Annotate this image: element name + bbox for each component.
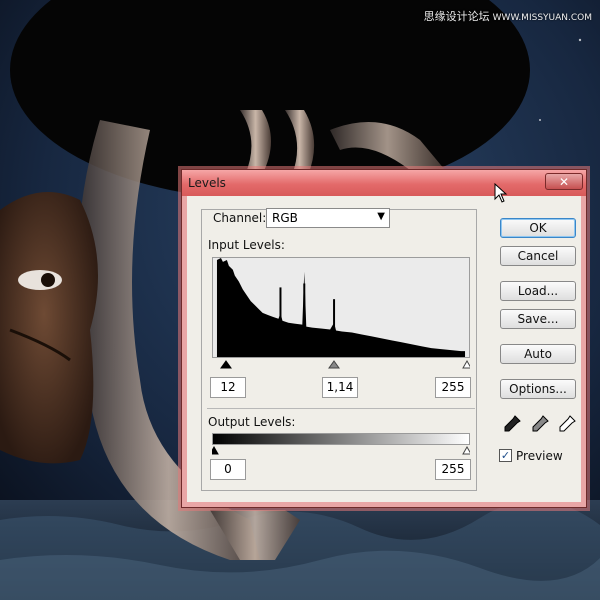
channel-value: RGB xyxy=(272,211,298,225)
divider xyxy=(207,408,475,409)
gamma-slider[interactable] xyxy=(328,360,340,369)
preview-label: Preview xyxy=(516,449,563,463)
input-white-field[interactable]: 255 xyxy=(435,377,471,398)
black-point-slider[interactable] xyxy=(220,360,232,369)
mouse-cursor-icon xyxy=(494,183,508,203)
dialog-title: Levels xyxy=(188,176,226,190)
input-black-field[interactable]: 12 xyxy=(210,377,246,398)
watermark: 思缘设计论坛 WWW.MISSYUAN.COM xyxy=(424,8,592,24)
cancel-button[interactable]: Cancel xyxy=(500,246,576,266)
output-white-field[interactable]: 255 xyxy=(435,459,471,480)
options-button[interactable]: Options... xyxy=(500,379,576,399)
output-white-slider[interactable] xyxy=(462,446,470,455)
input-slider[interactable] xyxy=(212,360,470,372)
frame-left xyxy=(182,196,187,507)
input-gamma-field[interactable]: 1,14 xyxy=(322,377,358,398)
output-gradient-bar xyxy=(212,433,470,445)
black-eyedropper-icon[interactable] xyxy=(502,414,522,434)
dialog-titlebar[interactable]: Levels ✕ xyxy=(182,170,586,196)
input-levels-label: Input Levels: xyxy=(208,238,285,252)
close-icon: ✕ xyxy=(558,175,570,189)
preview-checkbox[interactable]: ✓ xyxy=(499,449,512,462)
close-button[interactable]: ✕ xyxy=(545,173,583,190)
output-black-slider[interactable] xyxy=(212,446,219,455)
channel-dropdown[interactable]: RGB ▼ xyxy=(266,208,390,228)
histogram xyxy=(212,257,470,358)
output-slider[interactable] xyxy=(212,446,470,458)
ok-button[interactable]: OK xyxy=(500,218,576,238)
watermark-site: 思缘设计论坛 xyxy=(423,10,490,23)
white-point-slider[interactable] xyxy=(462,360,470,369)
auto-button[interactable]: Auto xyxy=(500,344,576,364)
channel-label: Channel: xyxy=(213,211,267,225)
gray-eyedropper-icon[interactable] xyxy=(530,414,550,434)
chevron-down-icon: ▼ xyxy=(377,211,385,222)
frame-right xyxy=(581,196,586,507)
frame-bottom xyxy=(182,502,586,507)
white-eyedropper-icon[interactable] xyxy=(557,414,577,434)
load-button[interactable]: Load... xyxy=(500,281,576,301)
watermark-url: WWW.MISSYUAN.COM xyxy=(492,13,592,23)
output-black-field[interactable]: 0 xyxy=(210,459,246,480)
save-button[interactable]: Save... xyxy=(500,309,576,329)
output-levels-label: Output Levels: xyxy=(208,415,296,429)
